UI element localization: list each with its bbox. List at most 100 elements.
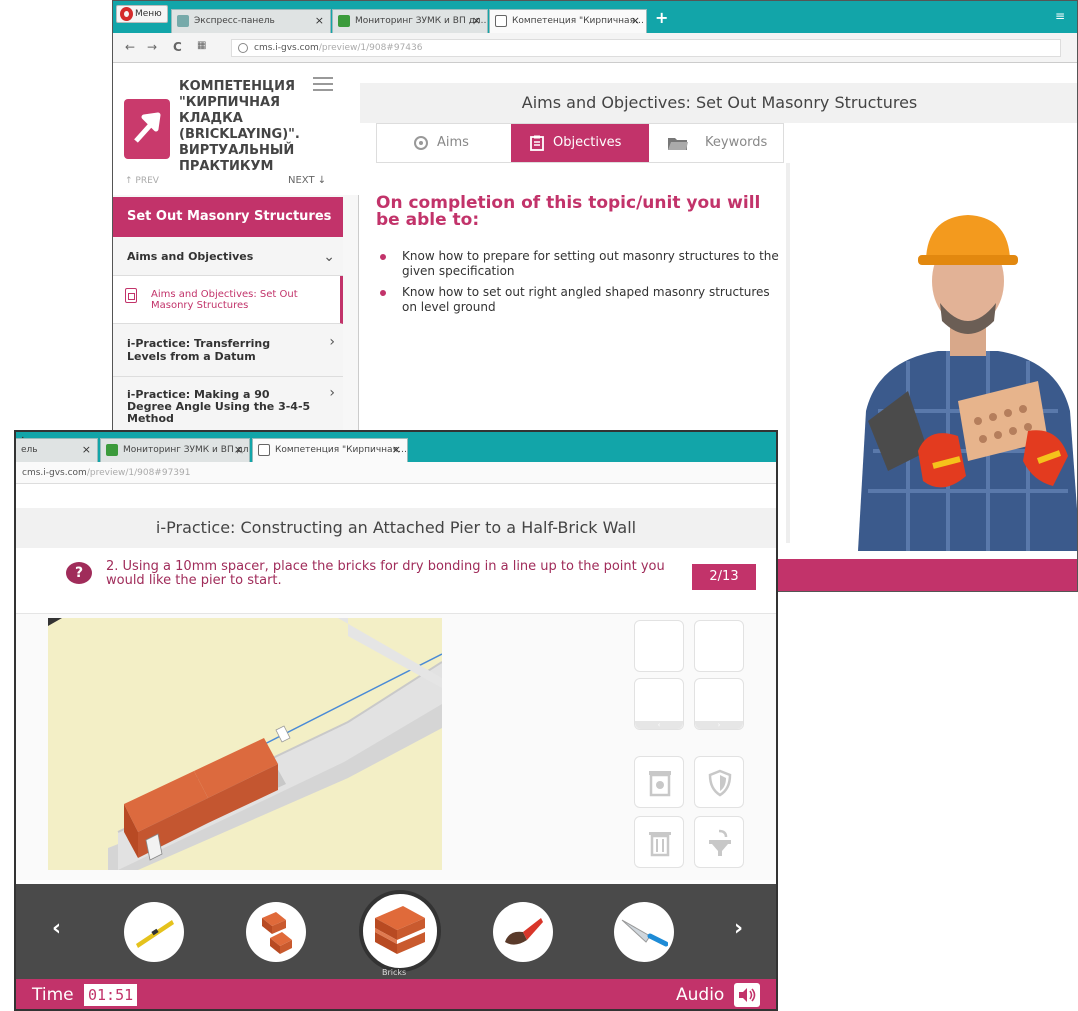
inventory-slot[interactable]: [634, 620, 684, 672]
slot-scroll-left[interactable]: ‹: [635, 721, 683, 729]
practice-workspace: ‹ ›: [16, 614, 776, 880]
address-bar: ← → C ▦ cms.i-gvs.com/preview/1/908#9743…: [113, 33, 1077, 63]
selected-tool-label: Bricks: [382, 968, 407, 977]
sidebar-item-90-degree-angle[interactable]: i-Practice: Making a 90 Degree Angle Usi…: [113, 377, 343, 437]
tool-brush[interactable]: [493, 902, 553, 962]
course-title: КОМПЕТЕНЦИЯ "КИРПИЧНАЯ КЛАДКА (BRICKLAYI…: [179, 79, 300, 174]
sink-button[interactable]: [694, 816, 744, 868]
shield-button[interactable]: [694, 756, 744, 808]
tool-bricks-selected[interactable]: [359, 890, 441, 972]
next-link[interactable]: NEXT ↓: [288, 175, 326, 186]
course-logo: [124, 99, 170, 159]
tool-brick-pieces[interactable]: [246, 902, 306, 962]
back-arrow-icon[interactable]: ←: [125, 40, 135, 54]
close-tab-icon[interactable]: ×: [472, 10, 481, 32]
inventory-slot[interactable]: ›: [694, 678, 744, 730]
browser-tab-bar: ель × Мониторинг ЗУМК и ВП дл… × Компете…: [16, 432, 776, 462]
desktop-background: [0, 0, 120, 10]
browser-tab-active[interactable]: Компетенция "Кирпичная… ×: [252, 438, 408, 462]
close-tab-icon[interactable]: ×: [315, 10, 324, 32]
reload-icon[interactable]: C: [173, 40, 182, 54]
brick-pieces-icon: [262, 912, 292, 954]
sidebar-item-transferring-levels[interactable]: i-Practice: Transferring Levels from a D…: [113, 324, 343, 377]
tool-carousel: ‹ Bricks ›: [16, 884, 776, 979]
tab-menu-icon[interactable]: ≡: [1055, 9, 1065, 23]
close-tab-icon[interactable]: ×: [631, 10, 640, 32]
bricklayer-illustration: [858, 215, 1077, 551]
document-icon: [258, 444, 270, 456]
step-counter: 2/13: [692, 564, 756, 590]
question-text: 2. Using a 10mm spacer, place the bricks…: [106, 559, 665, 588]
chevron-right-icon: ›: [329, 385, 335, 401]
inventory-slot[interactable]: [694, 620, 744, 672]
browser-tab-bar: Меню Экспресс-панель × Мониторинг ЗУМК и…: [113, 1, 1077, 33]
course-header: КОМПЕТЕНЦИЯ "КИРПИЧНАЯ КЛАДКА (BRICKLAYI…: [113, 63, 359, 195]
tool-spirit-level[interactable]: [124, 902, 184, 962]
browser-tab[interactable]: ель ×: [16, 438, 98, 462]
clipboard-icon: [530, 135, 544, 151]
page-icon: [125, 288, 137, 303]
objectives-heading: On completion of this topic/unit you wil…: [376, 193, 761, 230]
opera-logo-icon: [120, 7, 133, 21]
inventory-slot[interactable]: ‹: [634, 678, 684, 730]
tool-trowel[interactable]: [614, 902, 674, 962]
sidebar-item-current-page[interactable]: Aims and Objectives: Set Out Masonry Str…: [113, 276, 343, 324]
site-info-icon: [238, 42, 248, 53]
trowel-icon: [621, 919, 668, 947]
question-bar: ? 2. Using a 10mm spacer, place the bric…: [16, 550, 776, 614]
target-icon: [414, 136, 428, 150]
browser-tab-active[interactable]: Компетенция "Кирпичная… ×: [489, 9, 647, 33]
url-field[interactable]: cms.i-gvs.com/preview/1/908#97391: [16, 462, 776, 484]
tab-aims[interactable]: Aims: [377, 124, 511, 162]
spirit-level-icon: [136, 920, 174, 948]
sidebar-item-aims-objectives[interactable]: Aims and Objectives ⌄: [113, 238, 343, 276]
close-tab-icon[interactable]: ×: [82, 439, 91, 461]
browser-menu-button[interactable]: Меню: [116, 5, 168, 23]
forward-arrow-icon[interactable]: →: [147, 40, 157, 54]
tab-keywords[interactable]: Keywords: [649, 124, 783, 162]
tools-prev-button[interactable]: ‹: [52, 916, 61, 941]
close-tab-icon[interactable]: ×: [234, 439, 243, 461]
content-tabs: Aims Objectives Keywords: [376, 123, 784, 163]
section-title: Set Out Masonry Structures: [113, 197, 343, 237]
close-tab-icon[interactable]: ×: [392, 439, 401, 461]
prev-link[interactable]: ↑ PREV: [125, 176, 159, 186]
page-title: Aims and Objectives: Set Out Masonry Str…: [360, 83, 1077, 123]
trash-button[interactable]: [634, 816, 684, 868]
url-field[interactable]: cms.i-gvs.com/preview/1/908#97436: [231, 39, 1061, 57]
arrow-logo-icon: [134, 112, 161, 143]
spreadsheet-icon: [338, 15, 350, 27]
audio-label: Audio: [676, 985, 725, 1005]
new-tab-button[interactable]: +: [655, 8, 668, 27]
shield-icon: [708, 769, 732, 797]
hamburger-icon[interactable]: [313, 77, 333, 91]
list-item: Know how to set out right angled shaped …: [378, 285, 788, 315]
browser-tab[interactable]: Мониторинг ЗУМК и ВП дл… ×: [100, 438, 250, 462]
document-icon: [495, 15, 507, 27]
brush-icon: [505, 918, 543, 945]
chevron-down-icon: ⌄: [323, 249, 335, 265]
question-icon: ?: [66, 562, 92, 584]
browser-window-front: ель × Мониторинг ЗУМК и ВП дл… × Компете…: [14, 430, 778, 1011]
list-item: Know how to prepare for setting out maso…: [378, 249, 788, 279]
time-label: Time: [32, 985, 74, 1005]
grid-icon: [177, 15, 189, 27]
timer-value: 01:51: [84, 984, 138, 1006]
speed-dial-icon[interactable]: ▦: [197, 40, 206, 51]
trash-icon: [649, 832, 671, 857]
objectives-list: Know how to prepare for setting out maso…: [378, 249, 788, 321]
browser-tab[interactable]: Экспресс-панель ×: [171, 9, 331, 33]
status-footer: Time 01:51 Audio: [16, 979, 776, 1009]
tab-objectives[interactable]: Objectives: [511, 124, 649, 162]
3d-scene-canvas[interactable]: [48, 618, 442, 870]
chevron-right-icon: ›: [329, 334, 335, 350]
tools-next-button[interactable]: ›: [734, 916, 743, 941]
folder-icon: [668, 138, 688, 150]
bricks-icon: [375, 906, 425, 954]
sink-icon: [709, 829, 731, 856]
audio-icon[interactable]: [734, 983, 760, 1007]
recycle-bin-button[interactable]: [634, 756, 684, 808]
speaker-icon: [739, 988, 756, 1002]
browser-tab[interactable]: Мониторинг ЗУМК и ВП дл… ×: [332, 9, 488, 33]
slot-scroll-right[interactable]: ›: [695, 721, 743, 729]
